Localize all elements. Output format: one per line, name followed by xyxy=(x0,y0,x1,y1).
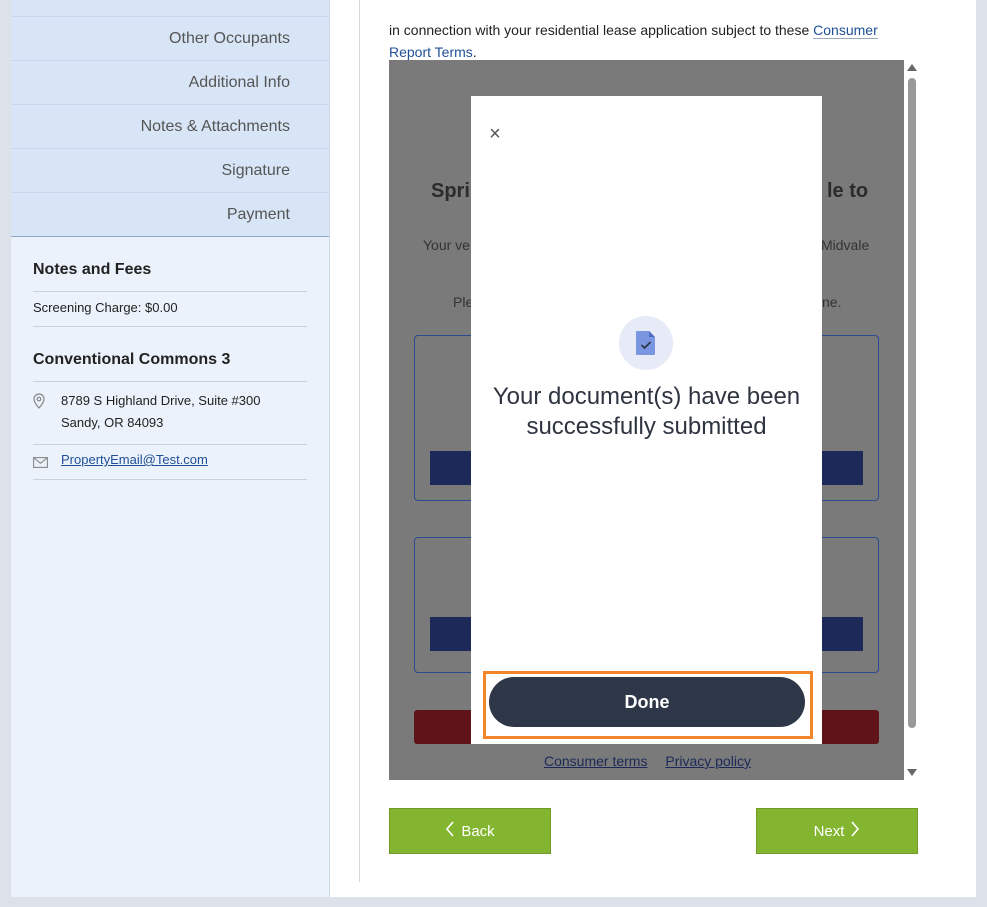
location-pin-icon xyxy=(33,390,61,434)
property-address: 8789 S Highland Drive, Suite #300 Sandy,… xyxy=(33,382,307,445)
sidebar-item-notes-attachments[interactable]: Notes & Attachments xyxy=(11,104,329,148)
main-content: in connection with your residential leas… xyxy=(330,0,976,897)
sidebar-item-top[interactable] xyxy=(11,0,329,16)
frame-scrollbar[interactable] xyxy=(906,62,918,778)
bg-footer-links: Consumer terms Privacy policy xyxy=(544,753,765,769)
close-icon[interactable]: × xyxy=(485,124,505,144)
embedded-verification-frame: Spri le to Your ve Midvale Ple ne. Consu… xyxy=(389,60,904,780)
email-link[interactable]: PropertyEmail@Test.com xyxy=(61,452,208,471)
bg-title-right: le to xyxy=(827,180,869,202)
main-divider xyxy=(359,0,360,882)
consent-line: in connection with your residential leas… xyxy=(389,22,810,38)
sidebar: Other Occupants Additional Info Notes & … xyxy=(11,0,330,897)
address-line-1: 8789 S Highland Drive, Suite #300 xyxy=(61,393,261,408)
back-button[interactable]: Back xyxy=(389,808,551,854)
submission-success-modal: × Your document(s) have been successfull… xyxy=(471,96,822,744)
screening-charge: Screening Charge: $0.00 xyxy=(33,292,307,327)
document-check-icon xyxy=(619,316,673,370)
sidebar-item-other-occupants[interactable]: Other Occupants xyxy=(11,16,329,60)
bg-title-left: Spri xyxy=(431,180,470,202)
envelope-icon xyxy=(33,452,61,471)
chevron-left-icon xyxy=(445,821,455,841)
bg-text-2-right: ne. xyxy=(822,294,842,310)
next-button[interactable]: Next xyxy=(756,808,918,854)
scroll-thumb[interactable] xyxy=(908,78,916,728)
scroll-up-arrow-icon[interactable] xyxy=(907,64,917,71)
notes-fees-heading: Notes and Fees xyxy=(33,237,307,292)
bg-text-1-left: Your ve xyxy=(423,237,470,253)
sidebar-item-payment[interactable]: Payment xyxy=(11,192,329,236)
success-message: Your document(s) have been successfully … xyxy=(492,383,801,440)
sidebar-panel: Notes and Fees Screening Charge: $0.00 C… xyxy=(11,237,329,480)
property-name: Conventional Commons 3 xyxy=(33,327,307,382)
chevron-right-icon xyxy=(850,821,860,841)
property-email: PropertyEmail@Test.com xyxy=(33,445,307,480)
sidebar-nav: Other Occupants Additional Info Notes & … xyxy=(11,0,329,237)
next-label: Next xyxy=(813,822,845,840)
privacy-policy-link[interactable]: Privacy policy xyxy=(665,753,751,769)
done-button[interactable]: Done xyxy=(489,677,805,727)
sidebar-item-additional-info[interactable]: Additional Info xyxy=(11,60,329,104)
address-line-2: Sandy, OR 84093 xyxy=(61,415,164,430)
bg-text-1-right: Midvale xyxy=(821,237,870,253)
back-label: Back xyxy=(461,822,495,840)
scroll-down-arrow-icon[interactable] xyxy=(907,769,917,776)
consumer-terms-link[interactable]: Consumer terms xyxy=(544,753,647,769)
consent-text: in connection with your residential leas… xyxy=(389,22,878,61)
sidebar-item-signature[interactable]: Signature xyxy=(11,148,329,192)
